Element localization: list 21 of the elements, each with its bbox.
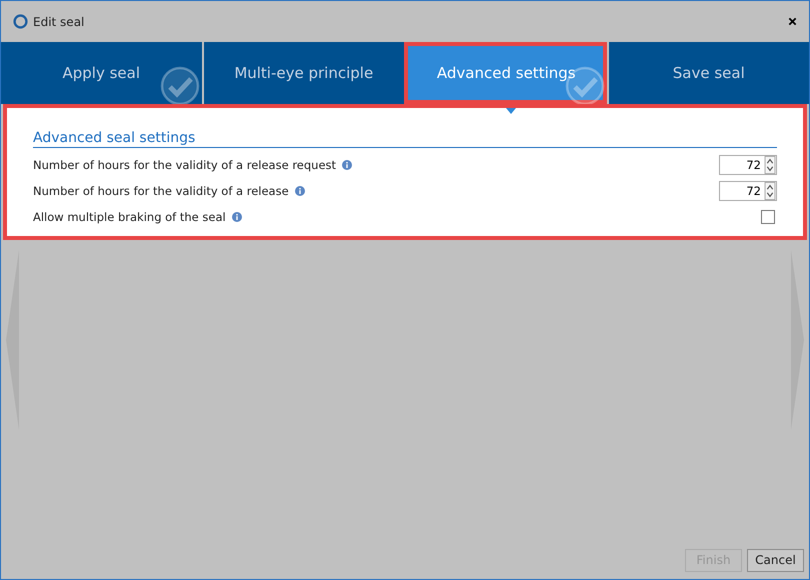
number-field[interactable]: 72 [719, 155, 777, 175]
spinner-arrows-icon[interactable] [764, 182, 776, 200]
pointer-icon [506, 108, 516, 114]
wizard-tab[interactable]: Save seal [606, 42, 809, 104]
setting-label: Allow multiple braking of the seal [33, 210, 226, 224]
ring-icon [13, 14, 28, 29]
wizard-tab[interactable]: Apply seal [1, 42, 202, 104]
number-field[interactable]: 72 [719, 181, 777, 201]
setting-label: Number of hours for the validity of a release request [33, 158, 336, 172]
window-title: Edit seal [33, 14, 86, 28]
close-icon[interactable] [788, 17, 797, 26]
info-icon[interactable] [232, 212, 242, 222]
setting-label: Number of hours for the validity of a release [33, 184, 289, 198]
spinner-arrows-icon[interactable] [764, 156, 776, 174]
wizard-tab[interactable]: Multi-eye principle [202, 42, 404, 104]
dialog-button[interactable]: Cancel [747, 548, 804, 572]
section-heading: Advanced seal settings [33, 130, 777, 148]
info-icon[interactable] [294, 186, 305, 196]
checkbox[interactable] [761, 210, 775, 224]
wizard-tab[interactable]: Advanced settings [404, 42, 606, 104]
info-icon[interactable] [342, 160, 352, 170]
